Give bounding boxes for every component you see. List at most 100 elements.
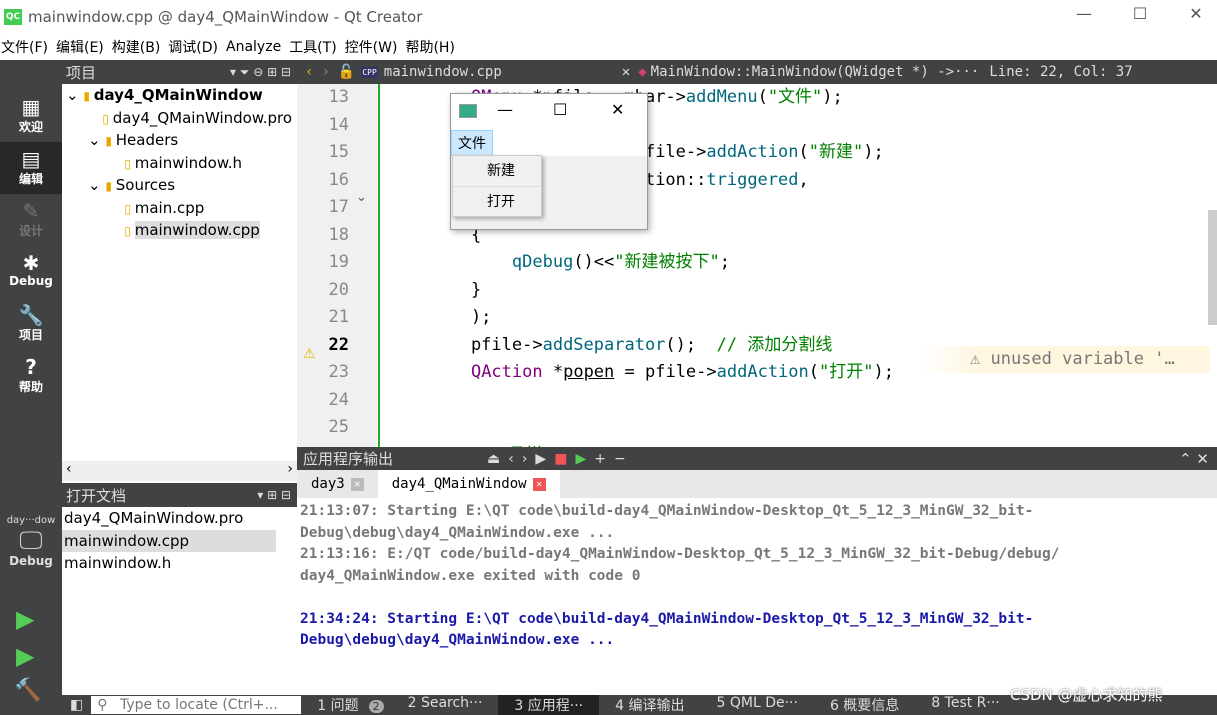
output-pane-button[interactable]: 4 编译输出 [599,695,700,715]
line-numbers: 1314151617181920212223242526 [297,84,377,465]
mode-0[interactable]: ▦ 欢迎 [0,90,62,142]
menu-6[interactable]: 控件(W) [344,37,405,57]
debug-run-button[interactable]: ▶ [16,642,34,670]
menu-item-open[interactable]: 打开 [453,186,541,216]
project-panel-header: 项目 ▾ ⏷ ⊖ ⊞ ⊟ [62,60,297,84]
collapse-pane-button[interactable]: ⌃ ✕ [1179,450,1217,468]
maximize-button[interactable]: ☐ [1117,4,1163,28]
back-button[interactable]: ‹ [297,64,321,80]
file-icon: ▯ [124,224,135,238]
fold-chevron-icon[interactable]: ⌄ [356,190,367,205]
expand-chevron-icon[interactable] [88,109,102,127]
warning-icon: ⚠ [303,346,316,362]
toggle-sidebar-button[interactable]: ◧ [62,697,91,713]
panel-toolbar-icons[interactable]: ▾ ⏷ ⊖ ⊞ ⊟ [230,65,297,80]
expand-chevron-icon[interactable] [110,221,124,239]
close-tab-icon[interactable]: ✕ [532,477,546,491]
close-tab-icon[interactable]: ✕ [350,477,364,491]
menu-3[interactable]: 调试(D) [167,37,225,57]
open-document-item[interactable]: day4_QMainWindow.pro [62,507,276,530]
locator-input[interactable]: ⚲ Type to locate (Ctrl+... [91,696,302,714]
mode-label: 帮助 [18,380,43,394]
mode-selector: ▦ 欢迎 ▤ 编辑 ✎ 设计 ✱ Debug 🔧 项目? 帮助 day···dow 🖵 Debug … [0,60,62,715]
expand-chevron-icon[interactable] [110,154,124,172]
mode-4[interactable]: 🔧 项目 [0,298,62,350]
menu-5[interactable]: 工具(T) [288,37,343,57]
output-pane-button[interactable]: 6 概要信息 [814,695,915,715]
output-pane-button[interactable]: 3 应用程··· [498,695,600,715]
kit-selector[interactable]: day···dow 🖵 Debug [0,515,62,568]
pane-label: 4 编译输出 [615,698,685,714]
horizontal-scrollbar[interactable]: ‹ › [62,461,297,481]
tree-item[interactable]: ▯ mainwindow.h [62,152,297,175]
project-panel: 项目 ▾ ⏷ ⊖ ⊞ ⊟ ⌄ ▮ day4_QMainWindow ▯ day4_… [62,60,297,481]
mode-2[interactable]: ✎ 设计 [0,194,62,246]
vertical-scrollbar[interactable] [1208,210,1217,325]
close-button[interactable]: ✕ [1173,4,1217,28]
tree-item-label: Headers [115,131,179,149]
tree-item[interactable]: ⌄ ▮ Headers [62,129,297,152]
forward-button[interactable]: › [321,64,337,80]
preview-minimize-button[interactable]: — [497,100,513,119]
code-line[interactable]: ); [380,304,1208,332]
expand-chevron-icon[interactable]: ⌄ [66,86,83,104]
qt-creator-logo-icon: QC [4,8,22,25]
grid-icon: ▦ [21,95,41,119]
tree-item-label: day4_QMainWindow [93,86,263,104]
line-number: 23 [328,362,349,382]
expand-chevron-icon[interactable] [110,199,124,217]
tree-item[interactable]: ▯ day4_QMainWindow.pro [62,107,297,130]
output-pane-button[interactable]: 1 问题 2 [301,695,391,715]
menu-1[interactable]: 编辑(E) [55,37,111,57]
line-number: 19 [328,252,349,272]
output-line: day4_QMainWindow.exe exited with code 0 [300,567,641,584]
menu-2[interactable]: 构建(B) [111,37,168,57]
menu-0[interactable]: 文件(F) [0,37,55,57]
menu-7[interactable]: 帮助(H) [404,37,461,57]
preview-close-button[interactable]: ✕ [611,100,624,119]
minimize-button[interactable]: — [1061,4,1107,28]
tree-item[interactable]: ▯ mainwindow.cpp [62,219,297,242]
file-dropdown-menu: 新建 打开 [452,155,542,217]
code-line[interactable]: } [380,277,1208,305]
expand-chevron-icon[interactable]: ⌄ [88,176,105,194]
output-toolbar-icons[interactable]: ⏏‹›▶■▶+− [487,451,634,467]
tree-item[interactable]: ▯ main.cpp [62,197,297,220]
project-tree: ⌄ ▮ day4_QMainWindow ▯ day4_QMainWindow.… [62,84,297,242]
folder-icon: ▮ [105,179,116,193]
run-button[interactable]: ▶ [16,605,34,633]
symbol-selector[interactable]: MainWindow::MainWindow(QWidget *) ->··· [647,64,990,80]
tab-label: day4_QMainWindow [391,476,527,492]
output-tab[interactable]: day3 ✕ [297,470,378,498]
code-line[interactable]: qDebug()<<"新建被按下"; [380,249,1208,277]
tree-item[interactable]: ⌄ ▮ Sources [62,174,297,197]
output-tab[interactable]: day4_QMainWindow ✕ [377,470,560,498]
build-hammer-button[interactable]: 🔨 [14,678,41,703]
menu-4[interactable]: Analyze [225,39,288,55]
tree-item[interactable]: ⌄ ▮ day4_QMainWindow [62,84,297,107]
preview-maximize-button[interactable]: ☐ [553,100,567,119]
expand-chevron-icon[interactable]: ⌄ [88,131,105,149]
editor-toolbar: ‹ › 🔓 CPP mainwindow.cpp ✕ ◆ MainWindow:… [297,60,1217,84]
mode-3[interactable]: ✱ Debug [0,246,62,298]
output-pane-button[interactable]: 8 Test R··· [915,695,1015,715]
output-line: 21:13:07: Starting E:\QT code\build-day4… [300,503,1034,519]
bug-icon: ✱ [22,251,40,275]
open-document-item[interactable]: mainwindow.cpp [62,529,276,552]
mode-5[interactable]: ? 帮助 [0,350,62,402]
current-file-selector[interactable]: mainwindow.cpp [384,64,614,80]
open-document-item[interactable]: mainwindow.h [62,552,276,575]
menu-file[interactable]: 文件 [451,130,493,156]
code-line[interactable] [380,414,1208,442]
mode-label: Debug [9,274,53,288]
code-line[interactable] [380,387,1208,415]
line-number: 21 [328,307,349,327]
mode-1[interactable]: ▤ 编辑 [0,142,62,194]
close-file-button[interactable]: ✕ [614,64,638,80]
panel-toolbar-icons[interactable]: ▾ ⊞ ⊟ [257,488,297,502]
output-pane-button[interactable]: 5 QML De··· [700,695,813,715]
output-pane-button[interactable]: 2 Search··· [392,695,499,715]
menu-item-new[interactable]: 新建 [453,156,541,186]
open-documents-list: day4_QMainWindow.pro mainwindow.cpp mainwi… [62,507,297,575]
